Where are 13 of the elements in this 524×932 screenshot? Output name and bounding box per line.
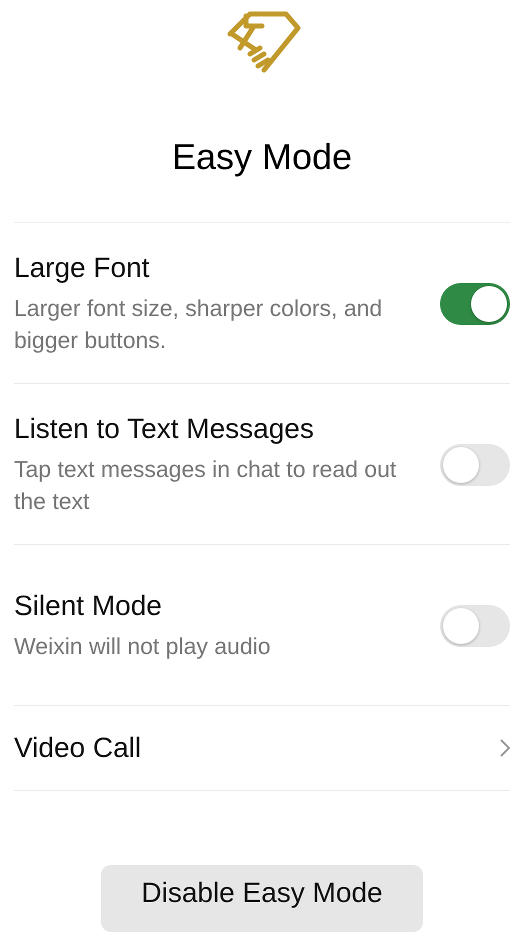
toggle-switch[interactable] <box>440 282 510 325</box>
chevron-right-icon[interactable] <box>500 738 510 757</box>
setting-description: Tap text messages in chat to read out the text <box>14 454 398 516</box>
setting-label: Large Font <box>14 252 150 284</box>
setting-label: Listen to Text Messages <box>14 412 315 445</box>
setting-label: Video Call <box>14 732 142 764</box>
setting-description: Weixin will not play audio <box>14 632 272 661</box>
disable-button[interactable]: Disable Easy Mode <box>101 864 423 932</box>
toggle-switch[interactable] <box>440 444 510 486</box>
toggle-switch[interactable] <box>440 604 510 647</box>
setting-label: Silent Mode <box>14 590 163 622</box>
setting-description: Larger font size, sharper colors, and bigger buttons. <box>14 294 384 355</box>
page-title: Easy Mode <box>170 136 354 179</box>
